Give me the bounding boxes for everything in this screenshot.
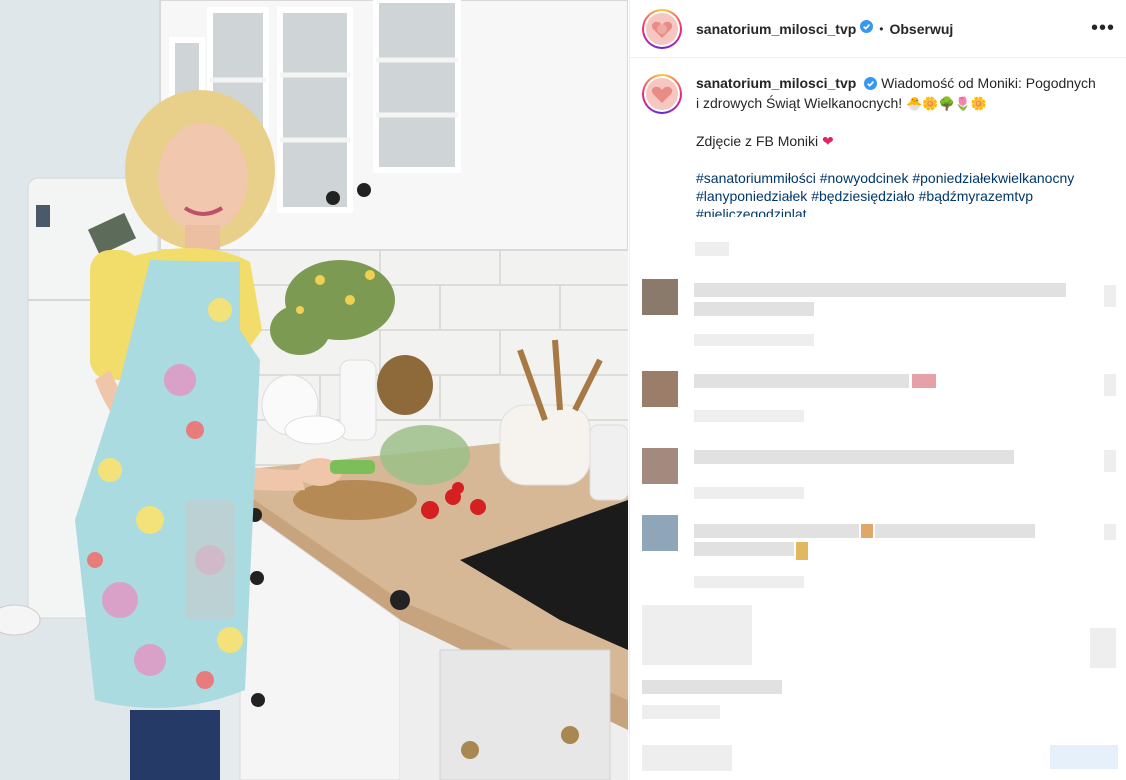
comment-avatar[interactable]	[642, 371, 678, 407]
photo-credit: Zdjęcie z FB Moniki	[696, 133, 819, 149]
hashtag-link[interactable]: #bądźmyrazemtvp	[919, 188, 1033, 204]
post-side-panel: sanatorium_milosci_tvp • Obserwuj ••• sa…	[629, 0, 1126, 780]
hashtag-link[interactable]: #poniedziałekwielkanocny	[912, 170, 1074, 186]
comment-meta-blur	[694, 576, 804, 588]
comment-like-icon[interactable]	[1090, 628, 1116, 668]
comment-meta-blur	[694, 410, 804, 422]
hashtag-link[interactable]: #nieliczegodzinlat	[696, 206, 807, 217]
comment-text-blur	[694, 302, 814, 316]
comment-like-icon[interactable]	[1104, 524, 1116, 540]
hashtag-list: #sanatoriummiłości #nowyodcinek #poniedz…	[696, 169, 1096, 217]
comment-emoji-blur	[861, 524, 873, 538]
comment-input-blur[interactable]	[642, 745, 732, 771]
caption-avatar[interactable]	[642, 74, 682, 114]
follow-button[interactable]: Obserwuj	[889, 21, 953, 37]
caption-line-2: zdrowych Świąt Wielkanocnych!	[703, 95, 903, 111]
action-bar-blur	[642, 680, 782, 694]
heart-logo-icon	[646, 12, 678, 45]
comment-like-icon[interactable]	[1104, 374, 1116, 396]
more-options-button[interactable]: •••	[1091, 17, 1115, 40]
caption-emojis: 🐣🌼🌳🌷🌼	[906, 97, 988, 112]
verified-badge-icon	[864, 76, 878, 94]
caption-text: sanatorium_milosci_tvp Wiadomość od Moni…	[696, 74, 1096, 217]
verified-badge-icon	[860, 19, 874, 38]
comment-emoji-blur	[796, 542, 808, 560]
post-header: sanatorium_milosci_tvp • Obserwuj •••	[630, 0, 1126, 58]
separator-dot: •	[879, 21, 884, 36]
hashtag-link[interactable]: #lanyponiedziałek	[696, 188, 807, 204]
comment-meta-blur	[694, 487, 804, 499]
kitchen-photo	[0, 0, 628, 780]
comment-text-blur	[694, 283, 1066, 297]
comment-avatar[interactable]	[642, 279, 678, 315]
hashtag-link[interactable]: #nowyodcinek	[820, 170, 909, 186]
hashtag-link[interactable]: #będziesiędziało	[811, 188, 915, 204]
post-photo[interactable]	[0, 0, 628, 780]
comment-meta-blur	[694, 334, 814, 346]
profile-avatar[interactable]	[642, 8, 682, 49]
header-username[interactable]: sanatorium_milosci_tvp	[696, 21, 856, 37]
comment-like-icon[interactable]	[1104, 285, 1116, 307]
comment-text-blur	[875, 524, 1035, 538]
load-more-blur[interactable]	[642, 605, 752, 665]
post-button-blur[interactable]	[1050, 745, 1118, 769]
comment-text-blur	[694, 374, 909, 388]
comment-text-blur	[694, 542, 794, 556]
comment-emoji-blur	[912, 374, 936, 388]
comment-like-icon[interactable]	[1104, 450, 1116, 472]
hashtag-link[interactable]: #sanatoriummiłości	[696, 170, 816, 186]
post-caption: sanatorium_milosci_tvp Wiadomość od Moni…	[630, 58, 1126, 217]
comment-avatar[interactable]	[642, 448, 678, 484]
caption-timestamp-blur	[695, 242, 729, 256]
caption-username[interactable]: sanatorium_milosci_tvp	[696, 75, 856, 91]
comment-text-blur	[694, 524, 859, 538]
comment-avatar[interactable]	[642, 515, 678, 551]
likes-count-blur	[642, 705, 720, 719]
heart-logo-icon	[646, 78, 678, 110]
heart-icon: ❤	[822, 134, 834, 150]
comment-text-blur	[694, 450, 1014, 464]
